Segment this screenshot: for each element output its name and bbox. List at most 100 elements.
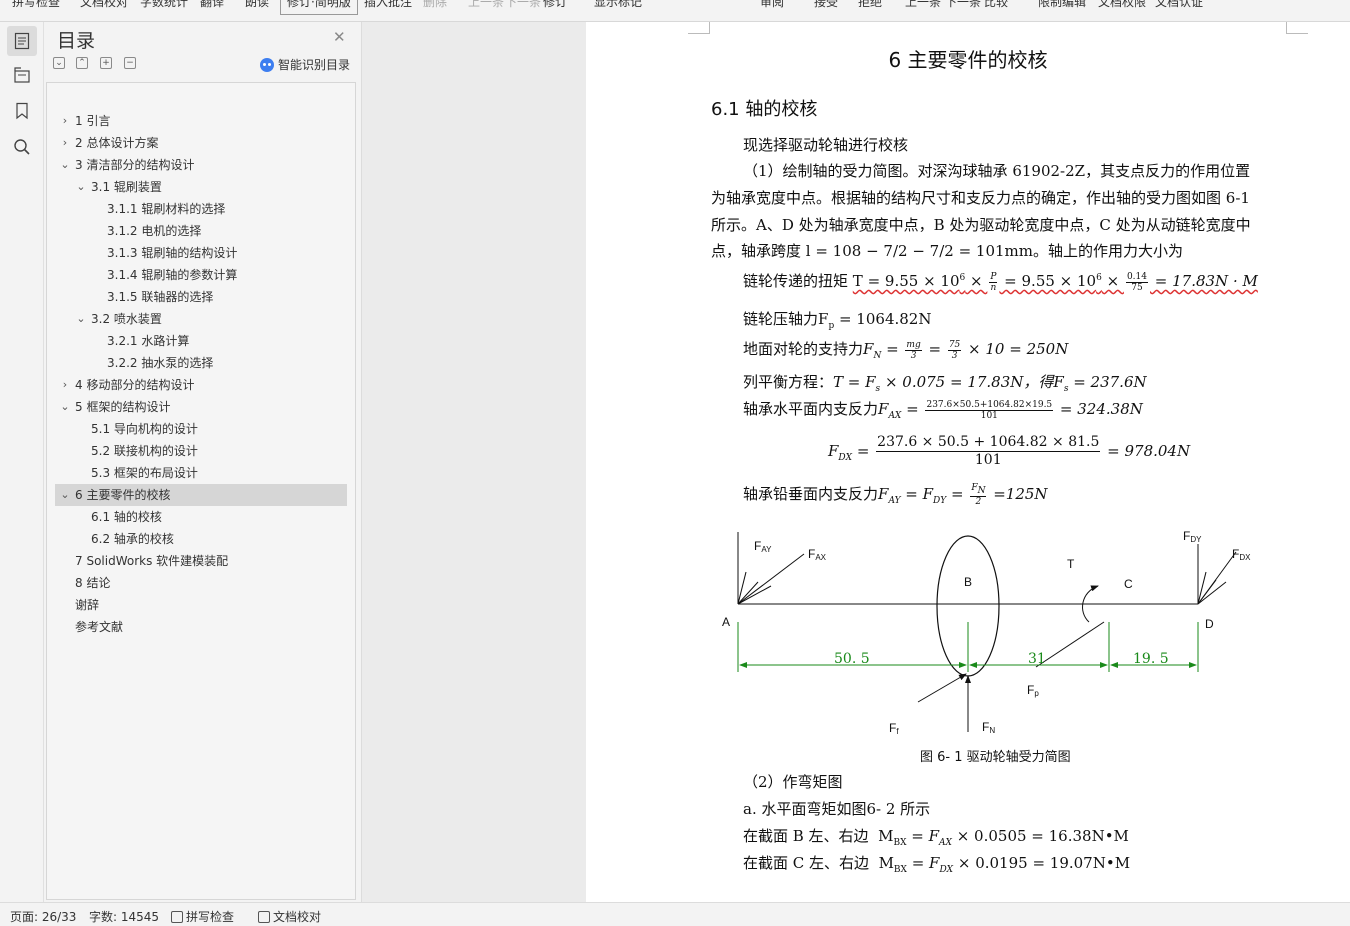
label-sub: AX xyxy=(815,553,826,562)
toc-item[interactable]: ⌄ 6 主要零件的校核 xyxy=(55,484,347,506)
add-heading-icon[interactable]: + xyxy=(100,57,112,69)
chapter-heading: 6 主要零件的校核 xyxy=(888,48,1048,72)
chapter-nav-button[interactable] xyxy=(7,60,37,90)
word-count[interactable]: 字数: 14545 xyxy=(89,908,159,925)
equation-balance: 列平衡方程：T = Fs × 0.075 = 17.83N，得Fs = 237.… xyxy=(743,371,1147,394)
collapse-all-icon[interactable]: ⌄ xyxy=(53,57,65,69)
toc-item[interactable]: 7 SolidWorks 软件建模装配 xyxy=(55,550,347,572)
chevron-down-icon[interactable]: ⌄ xyxy=(59,396,71,418)
toc-item-label: 6 主要零件的校核 xyxy=(75,488,171,502)
toc-item-label: 5.3 框架的布局设计 xyxy=(91,466,198,480)
restrict-edit-button[interactable]: 限制编辑 xyxy=(1038,0,1086,10)
toc-item[interactable]: › 2 总体设计方案 xyxy=(55,132,347,154)
toc-item-label: 8 结论 xyxy=(75,576,111,590)
toc-item[interactable]: 参考文献 xyxy=(55,616,347,638)
close-icon[interactable]: ✕ xyxy=(333,28,346,46)
toc-item-label: 3.1.4 辊刷轴的参数计算 xyxy=(107,268,238,282)
toc-item[interactable]: 5.3 框架的布局设计 xyxy=(55,462,347,484)
delete-comment-button[interactable]: 删除 xyxy=(423,0,447,10)
toc-item[interactable]: 5.2 联接机构的设计 xyxy=(55,440,347,462)
chevron-right-icon[interactable]: › xyxy=(59,132,71,154)
toc-item-label: 4 移动部分的结构设计 xyxy=(75,378,195,392)
word-count-button[interactable]: 字数统计 xyxy=(140,0,188,10)
chevron-right-icon[interactable]: › xyxy=(59,374,71,396)
read-aloud-button[interactable]: 朗读 xyxy=(245,0,269,10)
search-nav-button[interactable] xyxy=(7,132,37,162)
toc-item[interactable]: 3.1.5 联轴器的选择 xyxy=(55,286,347,308)
toc-item[interactable]: 8 结论 xyxy=(55,572,347,594)
toc-item-label: 3.2 喷水装置 xyxy=(91,312,162,326)
chevron-down-icon[interactable]: ⌄ xyxy=(75,176,87,198)
doc-proof-status[interactable]: 文档校对 xyxy=(258,908,321,925)
force-diagram: 50. 5 31 19. 5 FAY FAX B T C FDY FDX A D… xyxy=(722,529,1251,736)
next-change-button[interactable]: 下一条 xyxy=(945,0,981,10)
eq-body: Fp = 1064.82N xyxy=(818,310,931,331)
chevron-down-icon[interactable]: ⌄ xyxy=(59,484,71,506)
toc-item[interactable]: 3.1.3 辊刷轴的结构设计 xyxy=(55,242,347,264)
spell-check-button[interactable]: 拼写检查 xyxy=(12,0,60,10)
right-support-forces xyxy=(1197,544,1237,605)
doc-permission-button[interactable]: 文档权限 xyxy=(1098,0,1146,10)
eq-body: T = Fs × 0.075 = 17.83N，得Fs = 237.6N xyxy=(833,373,1147,394)
label-main: F xyxy=(808,547,815,561)
reject-button[interactable]: 拒绝 xyxy=(858,0,882,10)
revision-mode-button[interactable]: 修订·简明版 xyxy=(280,0,358,15)
toc-item[interactable]: ⌄ 3 清洁部分的结构设计 xyxy=(55,154,347,176)
spell-check-status[interactable]: 拼写检查 xyxy=(171,908,234,925)
toc-item[interactable]: 6.1 轴的校核 xyxy=(55,506,347,528)
toc-list: › 1 引言 › 2 总体设计方案 ⌄ 3 清洁部分的结构设计 ⌄ 3.1 辊刷装置 3.1.1… xyxy=(46,82,356,900)
equation-fn: 地面对轮的支持力FN = mg 3 = 75 3 × 10 = 250N xyxy=(743,338,1068,362)
show-markup-button[interactable]: 显示标记 xyxy=(594,0,642,10)
toc-item[interactable]: ⌄ 3.2 喷水装置 xyxy=(55,308,347,330)
toc-item[interactable]: 谢辞 xyxy=(55,594,347,616)
toc-item[interactable]: ⌄ 3.1 辊刷装置 xyxy=(55,176,347,198)
accept-button[interactable]: 接受 xyxy=(814,0,838,10)
toc-item[interactable]: 3.1.4 辊刷轴的参数计算 xyxy=(55,264,347,286)
section-heading: 6.1 轴的校核 xyxy=(711,99,818,120)
eq-label: 在截面 B 左、右边 xyxy=(743,827,869,845)
chevron-down-icon[interactable]: ⌄ xyxy=(75,308,87,330)
toc-item[interactable]: 3.2.2 抽水泵的选择 xyxy=(55,352,347,374)
toc-item[interactable]: › 4 移动部分的结构设计 xyxy=(55,374,347,396)
toc-item[interactable]: 5.1 导向机构的设计 xyxy=(55,418,347,440)
eq-label: 在截面 C 左、右边 xyxy=(743,854,870,872)
toc-nav-button[interactable] xyxy=(7,26,37,56)
chevron-right-icon[interactable]: › xyxy=(59,110,71,132)
toc-item[interactable]: ⌄ 5 框架的结构设计 xyxy=(55,396,347,418)
toc-item[interactable]: 3.2.1 水路计算 xyxy=(55,330,347,352)
remove-heading-icon[interactable]: − xyxy=(124,57,136,69)
prev-change-button[interactable]: 上一条 xyxy=(905,0,941,10)
label-fp: Fp xyxy=(1027,683,1039,698)
eq-part: × 0.0505 = 16.38N•M xyxy=(951,827,1129,845)
toc-item[interactable]: 6.2 轴承的校核 xyxy=(55,528,347,550)
toc-item-label: 3.1.5 联轴器的选择 xyxy=(107,290,214,304)
toc-item[interactable]: › 1 引言 xyxy=(55,110,347,132)
paragraph: a. 水平面弯矩如图6- 2 所示 xyxy=(743,800,931,818)
toc-item[interactable]: 3.1.2 电机的选择 xyxy=(55,220,347,242)
eq-body: MBX = FAX × 0.0505 = 16.38N•M xyxy=(878,827,1129,848)
translate-button[interactable]: 翻译 xyxy=(200,0,224,10)
smart-toc-button[interactable]: 智能识别目录 xyxy=(260,56,350,73)
label-main: F xyxy=(1027,683,1034,697)
toc-item-label: 参考文献 xyxy=(75,620,124,634)
frac-den: 3 xyxy=(910,350,917,361)
bookmark-nav-button[interactable] xyxy=(7,96,37,126)
page-indicator[interactable]: 页面: 26/33 xyxy=(10,908,76,925)
insert-comment-button[interactable]: 插入批注 xyxy=(364,0,412,10)
next-comment-button[interactable]: 下一条 xyxy=(505,0,541,10)
toc-item-label: 3.2.2 抽水泵的选择 xyxy=(107,356,214,370)
chevron-down-icon[interactable]: ⌄ xyxy=(59,154,71,176)
eq-label: 链轮压轴力 xyxy=(743,310,819,328)
eq-label: 列平衡方程： xyxy=(743,373,834,391)
doc-proof-button[interactable]: 文档校对 xyxy=(80,0,128,10)
track-changes-button[interactable]: 修订 xyxy=(543,0,567,10)
review-button[interactable]: 审阅 xyxy=(760,0,784,10)
eq-part: F xyxy=(818,310,829,328)
eq-part: = F xyxy=(906,827,940,845)
expand-all-icon[interactable]: ⌃ xyxy=(76,57,88,69)
prev-comment-button[interactable]: 上一条 xyxy=(468,0,504,10)
compare-button[interactable]: 比较 xyxy=(984,0,1008,10)
frac-num: 237.6×50.5+1064.82×19.5 xyxy=(925,399,1054,411)
doc-cert-button[interactable]: 文档认证 xyxy=(1155,0,1203,10)
toc-item[interactable]: 3.1.1 辊刷材料的选择 xyxy=(55,198,347,220)
